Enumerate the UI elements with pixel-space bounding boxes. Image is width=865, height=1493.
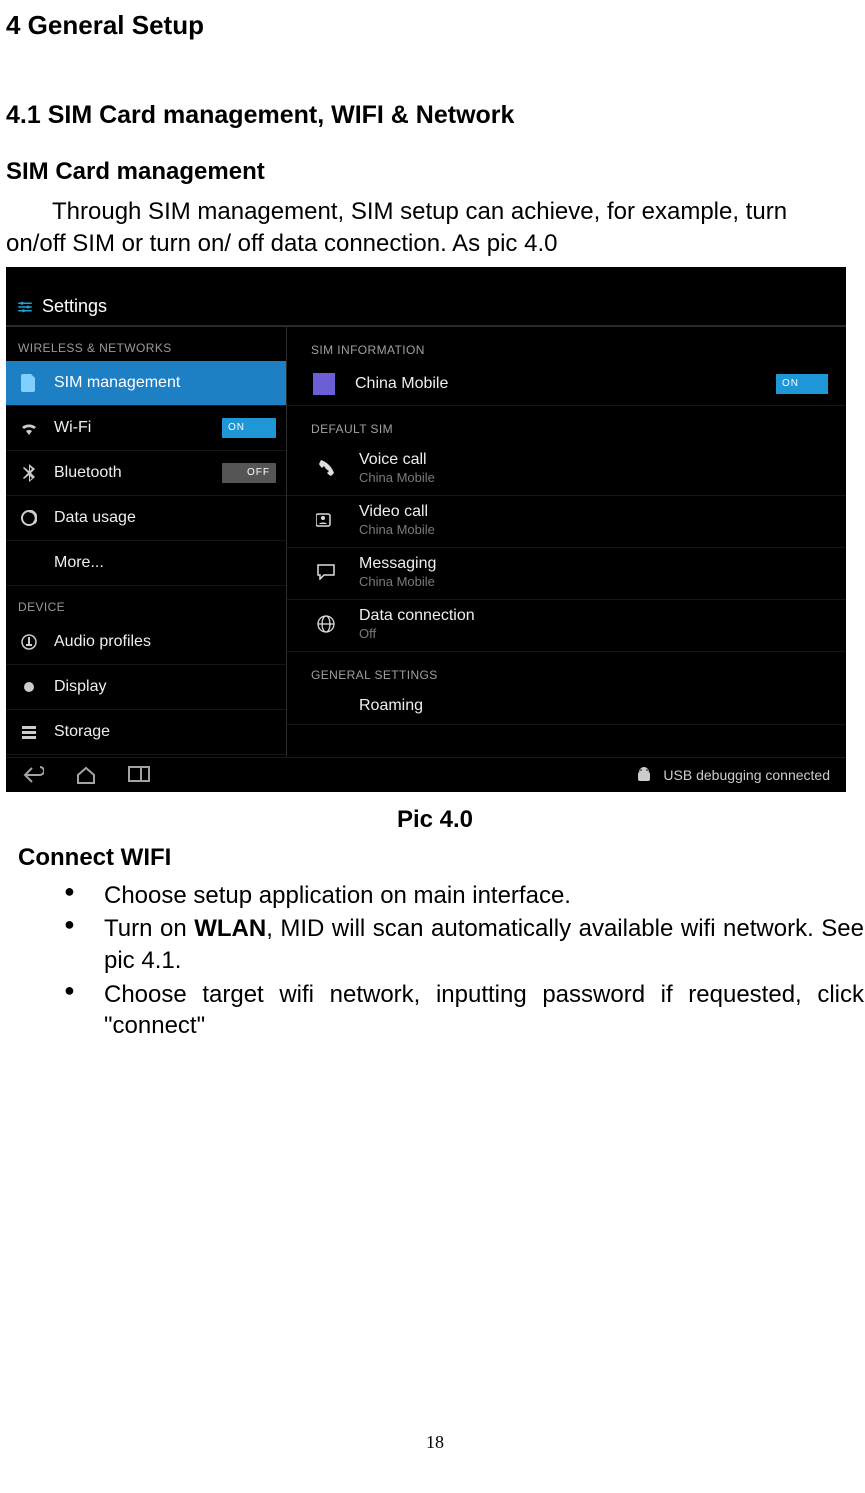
list-item: Choose target wifi network, inputting pa…: [64, 979, 864, 1042]
sidebar-item-display[interactable]: Display: [6, 665, 286, 710]
detail-row-carrier[interactable]: China Mobile ON: [287, 365, 846, 406]
globe-icon: [313, 615, 339, 633]
sidebar-item-wifi[interactable]: Wi-Fi ON: [6, 406, 286, 451]
nav-bar: USB debugging connected: [6, 757, 846, 792]
sim-icon: [18, 374, 40, 392]
para-line-2: on/off SIM or turn on/ off data connecti…: [6, 230, 557, 257]
heading-2: 4.1 SIM Card management, WIFI & Network: [6, 101, 864, 130]
sidebar-item-bluetooth[interactable]: Bluetooth OFF: [6, 451, 286, 496]
detail-row-video-call[interactable]: Video call China Mobile: [287, 496, 846, 548]
sidebar-item-more[interactable]: More...: [6, 541, 286, 586]
row-title: Roaming: [359, 698, 828, 714]
list-item: Turn on WLAN, MID will scan automaticall…: [64, 913, 864, 976]
sim-swatch-icon: [313, 373, 335, 395]
android-icon: [635, 766, 653, 784]
sidebar-label: Wi-Fi: [54, 419, 222, 437]
row-title: Messaging: [359, 556, 828, 572]
wifi-toggle[interactable]: ON: [222, 418, 276, 438]
text-wlan: WLAN: [194, 915, 266, 942]
home-icon[interactable]: [76, 766, 96, 784]
para-line-1: Through SIM management, SIM setup can ac…: [6, 198, 787, 225]
usb-debug-notice: USB debugging connected: [635, 766, 830, 784]
sidebar-label: More...: [54, 554, 276, 572]
paragraph-sim: Through SIM management, SIM setup can ac…: [6, 196, 864, 261]
display-icon: [18, 679, 40, 695]
bluetooth-toggle[interactable]: OFF: [222, 463, 276, 483]
settings-detail-pane: SIM INFORMATION China Mobile ON DEFAULT …: [287, 327, 846, 759]
detail-row-voice-call[interactable]: Voice call China Mobile: [287, 444, 846, 496]
phone-icon: [313, 459, 339, 477]
figure-caption: Pic 4.0: [6, 806, 864, 834]
detail-category-general: GENERAL SETTINGS: [287, 652, 846, 690]
sidebar-label: Audio profiles: [54, 633, 276, 651]
heading-3-sim: SIM Card management: [6, 158, 864, 186]
wifi-icon: [18, 421, 40, 435]
wifi-instruction-list: Choose setup application on main interfa…: [6, 880, 864, 1042]
sidebar-label: Display: [54, 678, 276, 696]
status-bar: [6, 267, 846, 289]
video-call-icon: [313, 512, 339, 528]
sidebar-label: Bluetooth: [54, 464, 222, 482]
sidebar-item-data-usage[interactable]: Data usage: [6, 496, 286, 541]
sidebar-label: SIM management: [54, 374, 276, 392]
row-title: Video call: [359, 504, 828, 520]
screen-title: Settings: [42, 296, 107, 317]
messaging-icon: [313, 564, 339, 580]
detail-row-messaging[interactable]: Messaging China Mobile: [287, 548, 846, 600]
sidebar-item-audio-profiles[interactable]: Audio profiles: [6, 620, 286, 665]
row-title: Data connection: [359, 608, 828, 624]
audio-icon: [18, 634, 40, 650]
back-icon[interactable]: [22, 766, 44, 784]
page-number: 18: [6, 1432, 864, 1453]
settings-icon: [16, 298, 34, 316]
sidebar-category-device: DEVICE: [6, 586, 286, 620]
row-subtitle: China Mobile: [359, 574, 828, 589]
sidebar-label: Storage: [54, 723, 276, 741]
text-frag: Turn on: [104, 915, 194, 942]
sidebar-label: Data usage: [54, 509, 276, 527]
detail-row-roaming[interactable]: Roaming: [287, 690, 846, 725]
settings-sidebar: WIRELESS & NETWORKS SIM management Wi-Fi…: [6, 327, 287, 759]
title-bar: Settings: [6, 289, 846, 327]
row-subtitle: China Mobile: [359, 470, 828, 485]
sidebar-item-storage[interactable]: Storage: [6, 710, 286, 755]
sim-enable-toggle[interactable]: ON: [776, 374, 828, 394]
heading-1: 4 General Setup: [6, 10, 864, 41]
storage-icon: [18, 725, 40, 739]
detail-category-default-sim: DEFAULT SIM: [287, 406, 846, 444]
detail-category-sim-info: SIM INFORMATION: [287, 327, 846, 365]
row-subtitle: China Mobile: [359, 522, 828, 537]
row-subtitle: Off: [359, 626, 828, 641]
data-usage-icon: [18, 510, 40, 526]
recent-icon[interactable]: [128, 766, 150, 782]
sidebar-item-sim-management[interactable]: SIM management: [6, 361, 286, 406]
sidebar-category-wireless: WIRELESS & NETWORKS: [6, 327, 286, 361]
bluetooth-icon: [18, 464, 40, 482]
row-title: Voice call: [359, 452, 828, 468]
list-item: Choose setup application on main interfa…: [64, 880, 864, 912]
heading-3-wifi: Connect WIFI: [18, 844, 864, 872]
carrier-name: China Mobile: [355, 376, 776, 392]
settings-screenshot: Settings WIRELESS & NETWORKS SIM managem…: [6, 267, 846, 792]
detail-row-data-connection[interactable]: Data connection Off: [287, 600, 846, 652]
usb-text: USB debugging connected: [663, 767, 830, 783]
